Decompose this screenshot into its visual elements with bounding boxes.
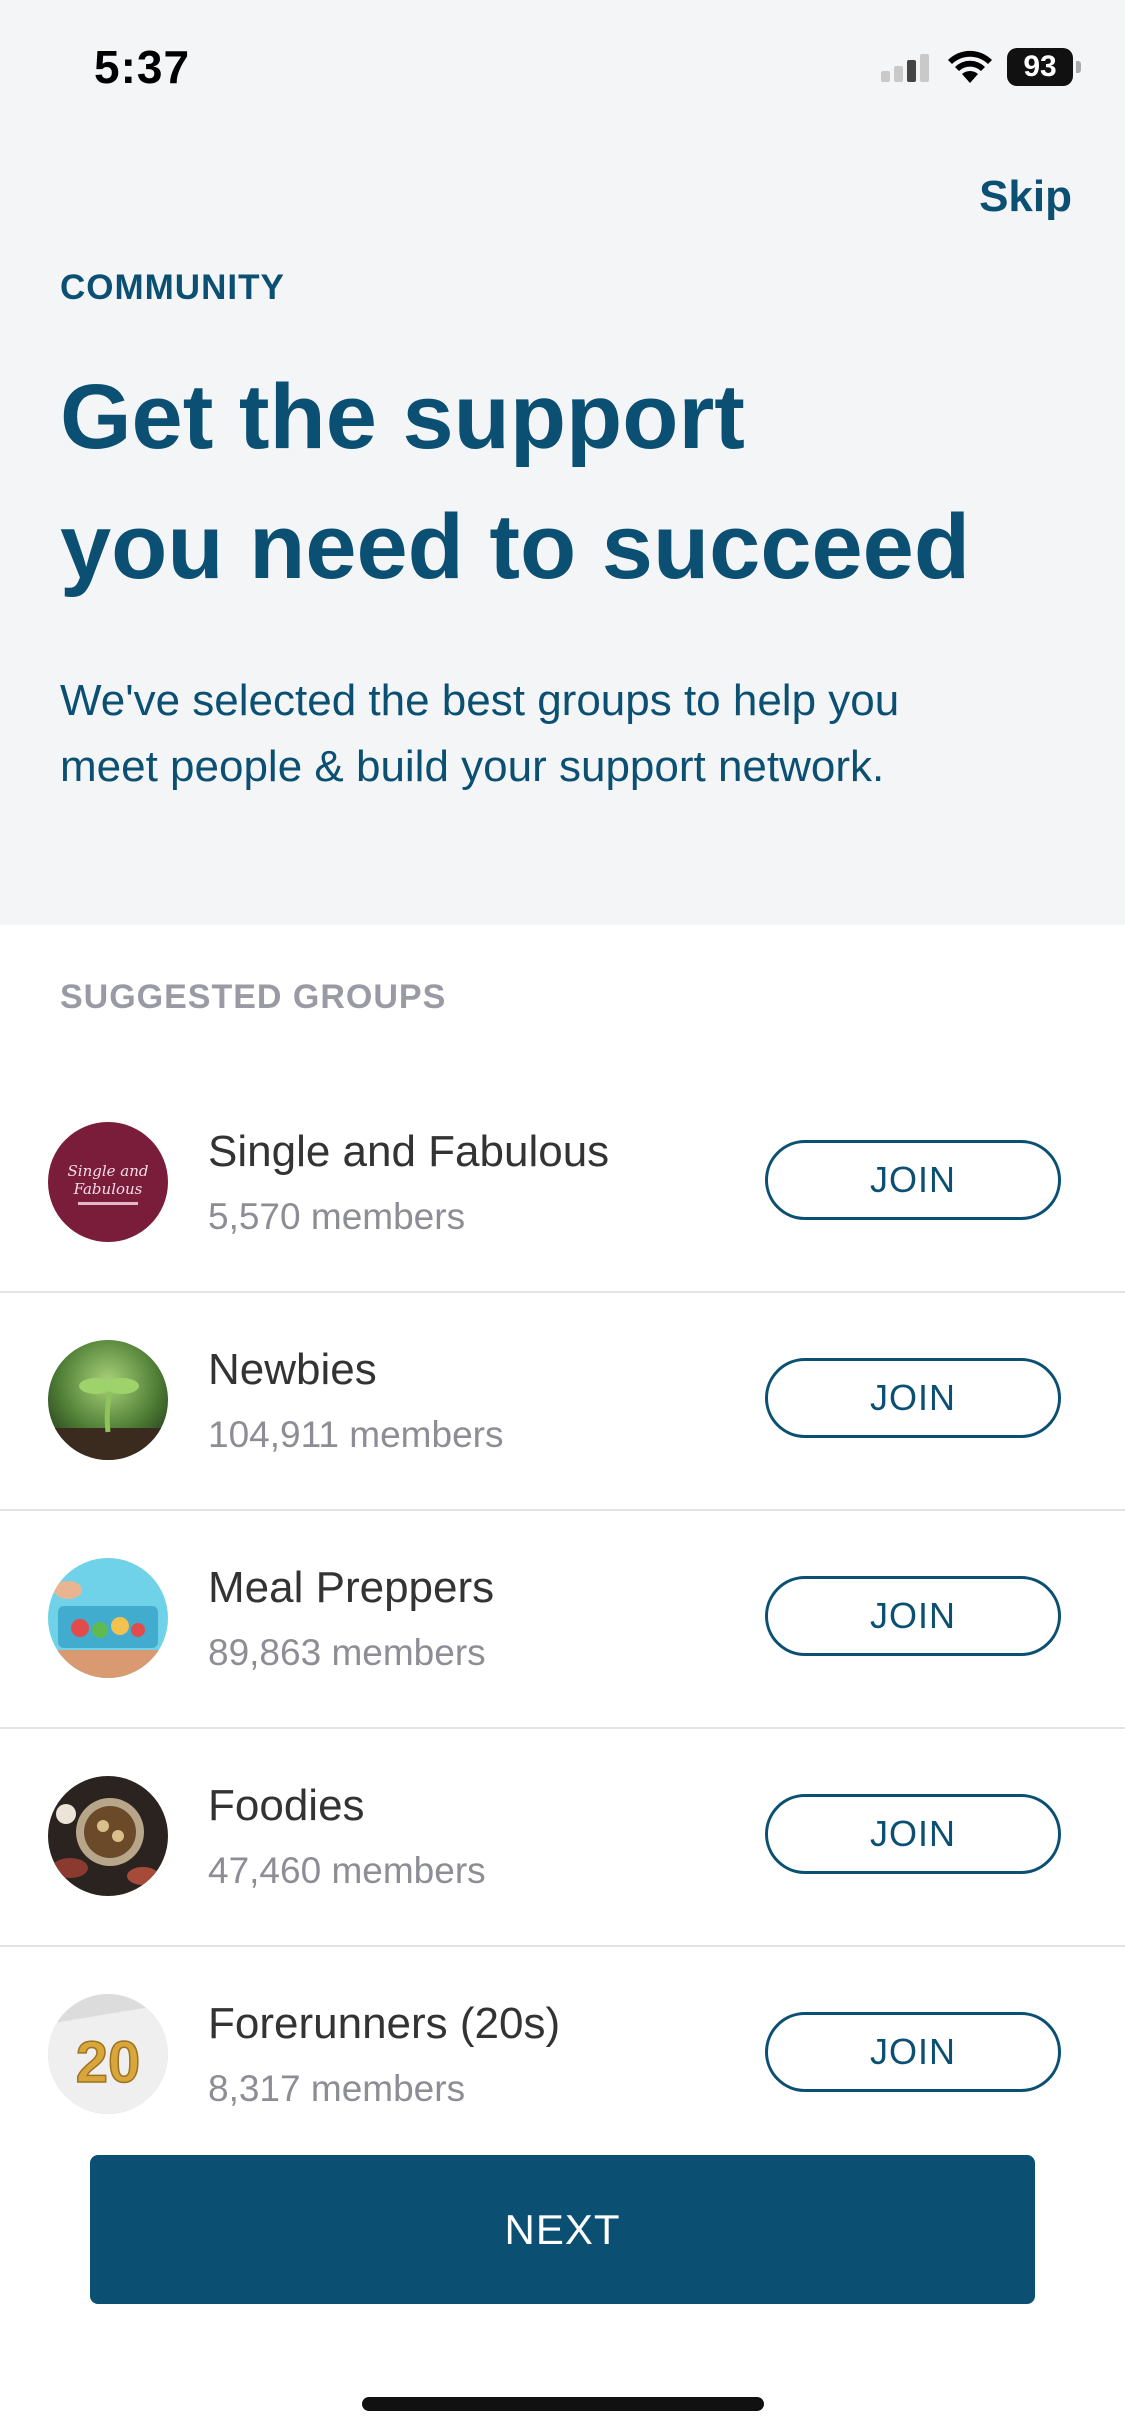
join-button[interactable]: JOIN <box>765 2012 1061 2092</box>
group-avatar: Single and Fabulous <box>48 1122 168 1242</box>
subtitle-line-2: meet people & build your support network… <box>60 742 885 791</box>
join-button[interactable]: JOIN <box>765 1140 1061 1220</box>
join-button[interactable]: JOIN <box>765 1576 1061 1656</box>
list-item[interactable]: Single and Fabulous Single and Fabulous … <box>0 1075 1125 1293</box>
status-bar: 5:37 93 <box>0 0 1125 140</box>
headline-line-1: Get the support <box>60 366 745 468</box>
group-members: 5,570 members <box>208 1196 466 1237</box>
group-avatar: 20 <box>48 1994 168 2114</box>
avatar-script-text: Single and <box>68 1162 149 1180</box>
group-avatar <box>48 1340 168 1460</box>
cellular-signal-icon <box>881 54 929 82</box>
avatar-number: 20 <box>76 2030 141 2095</box>
join-button[interactable]: JOIN <box>765 1358 1061 1438</box>
section-eyebrow: COMMUNITY <box>60 268 285 307</box>
page-title: Get the support you need to succeed <box>60 352 1080 612</box>
battery-level: 93 <box>1023 50 1057 83</box>
next-button[interactable]: NEXT <box>90 2155 1035 2304</box>
wifi-icon <box>948 50 992 83</box>
svg-text:Fabulous: Fabulous <box>73 1180 143 1198</box>
group-name: Foodies <box>208 1781 365 1830</box>
group-name: Meal Preppers <box>208 1563 495 1612</box>
group-members: 47,460 members <box>208 1850 486 1891</box>
page-subtitle: We've selected the best groups to help y… <box>60 668 1080 800</box>
skip-button[interactable]: Skip <box>979 172 1072 222</box>
battery-icon: 93 <box>1007 48 1081 86</box>
groups-list: Single and Fabulous Single and Fabulous … <box>0 1075 1125 2163</box>
join-button[interactable]: JOIN <box>765 1794 1061 1874</box>
group-avatar <box>48 1558 168 1678</box>
group-avatar <box>48 1776 168 1896</box>
group-members: 89,863 members <box>208 1632 486 1673</box>
status-time: 5:37 <box>94 41 191 93</box>
group-name: Forerunners (20s) <box>208 1999 561 2048</box>
home-indicator[interactable] <box>362 2397 764 2411</box>
list-item[interactable]: Meal Preppers 89,863 members JOIN <box>0 1511 1125 1729</box>
group-name: Single and Fabulous <box>208 1127 610 1176</box>
list-item[interactable]: Newbies 104,911 members JOIN <box>0 1293 1125 1511</box>
headline-line-2: you need to succeed <box>60 496 971 598</box>
group-members: 104,911 members <box>208 1414 504 1455</box>
list-item[interactable]: 20 Forerunners (20s) 8,317 members JOIN <box>0 1947 1125 2163</box>
subtitle-line-1: We've selected the best groups to help y… <box>60 676 900 725</box>
suggested-groups-title: SUGGESTED GROUPS <box>60 978 447 1016</box>
group-members: 8,317 members <box>208 2068 466 2109</box>
list-item[interactable]: Foodies 47,460 members JOIN <box>0 1729 1125 1947</box>
group-name: Newbies <box>208 1345 377 1394</box>
